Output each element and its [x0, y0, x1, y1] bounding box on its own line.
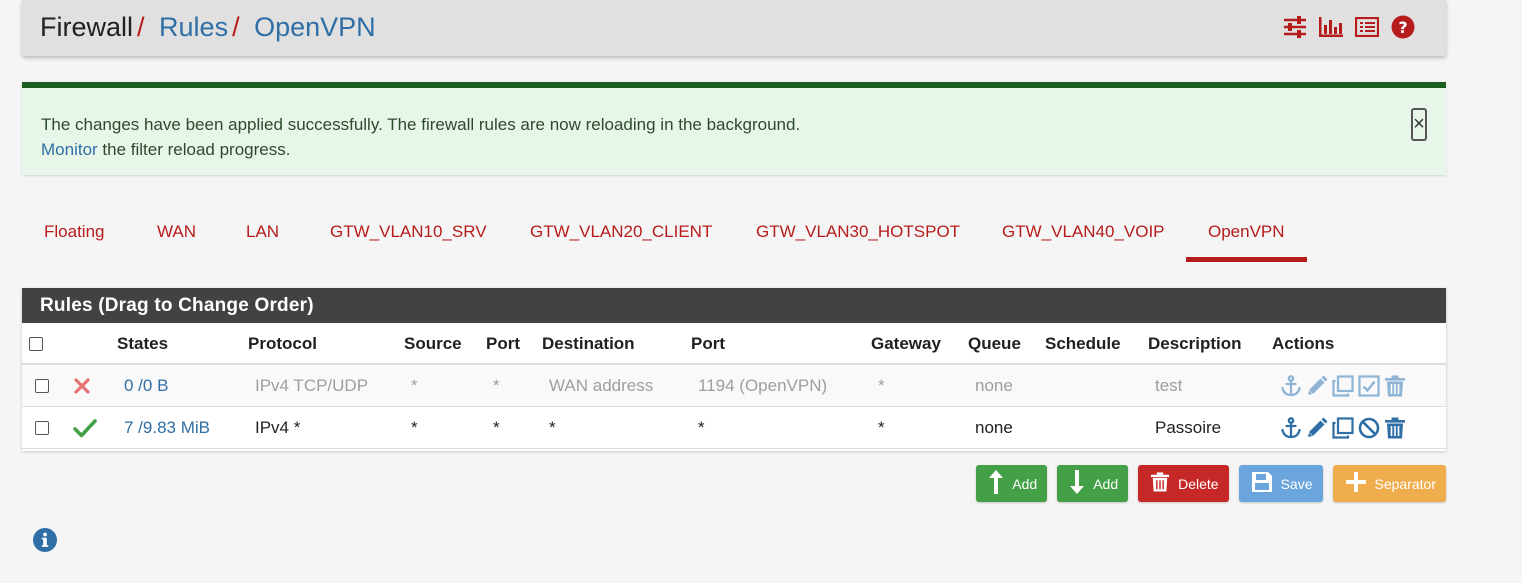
row-states[interactable]: 7 /9.83 MiB [124, 407, 210, 448]
row-description: test [1155, 375, 1183, 395]
ban-icon[interactable] [1357, 416, 1381, 440]
rules-panel: Rules (Drag to Change Order) States Prot… [22, 288, 1446, 451]
interface-tabs: Floating WAN LAN GTW_VLAN10_SRV GTW_VLAN… [22, 210, 1446, 264]
breadcrumb-firewall: Firewall [40, 12, 134, 42]
pencil-icon[interactable] [1305, 374, 1329, 398]
column-header[interactable]: Queue [968, 323, 1021, 363]
row-description: Passoire [1155, 417, 1222, 437]
alert-message: The changes have been applied successful… [41, 115, 801, 134]
row-source-port: * [493, 375, 500, 395]
pencil-icon[interactable] [1305, 416, 1329, 440]
row-actions [1279, 365, 1407, 406]
column-header: Actions [1272, 334, 1335, 353]
add-bottom-label: Add [1093, 475, 1119, 492]
rule-action-bar: Add Add Delete Save Separator [976, 465, 1446, 502]
breadcrumb-openvpn-link[interactable]: OpenVPN [254, 12, 376, 42]
delete-button[interactable]: Delete [1138, 465, 1229, 502]
times-icon[interactable] [73, 365, 91, 406]
row-dest-port: 1194 (OpenVPN) [698, 375, 828, 395]
save-label: Save [1280, 475, 1313, 492]
column-header[interactable]: Port [691, 323, 725, 363]
row-select-cell [35, 365, 49, 406]
add-rule-bottom-button[interactable]: Add [1057, 465, 1129, 502]
row-actions [1279, 407, 1407, 448]
row-destination: WAN address [549, 375, 654, 395]
tab-lan[interactable]: LAN [224, 210, 301, 262]
info-icon[interactable] [33, 528, 57, 552]
add-rule-top-button[interactable]: Add [976, 465, 1048, 502]
plus-icon [1345, 471, 1367, 496]
column-header[interactable]: Protocol [248, 323, 317, 363]
page-header: Firewall / Rules / OpenVPN ? [22, 0, 1446, 56]
bar-chart-icon[interactable] [1318, 14, 1344, 40]
row-select-cell [35, 407, 49, 448]
separator-button[interactable]: Separator [1332, 465, 1446, 502]
tab-wan[interactable]: WAN [135, 210, 218, 262]
monitor-link[interactable]: Monitor [41, 140, 98, 159]
list-alt-icon[interactable] [1354, 14, 1380, 40]
floppy-icon [1251, 471, 1273, 496]
tab-openvpn[interactable]: OpenVPN [1186, 210, 1307, 262]
row-gateway: * [878, 375, 885, 395]
tab-floating[interactable]: Floating [22, 210, 126, 262]
help-icon[interactable]: ? [1390, 14, 1416, 40]
row-source: * [411, 375, 418, 395]
row-queue: none [975, 417, 1013, 437]
check-square-icon[interactable] [1357, 374, 1381, 398]
breadcrumb-separator: / [232, 12, 240, 42]
trash-icon [1150, 471, 1170, 496]
column-header[interactable]: Port [486, 323, 520, 363]
row-checkbox[interactable] [35, 378, 49, 393]
tab-gtw-vlan40-voip[interactable]: GTW_VLAN40_VOIP [980, 210, 1187, 262]
table-row[interactable]: 7 /9.83 MiB IPv4 * * * * * * none Passoi… [22, 407, 1446, 449]
tab-gtw-vlan30-hotspot[interactable]: GTW_VLAN30_HOTSPOT [734, 210, 982, 262]
row-dest-port: * [698, 417, 705, 437]
column-header[interactable]: Source [404, 323, 462, 363]
alert-close-button[interactable]: × [1411, 108, 1427, 141]
check-icon[interactable] [73, 407, 97, 448]
row-states[interactable]: 0 /0 B [124, 365, 168, 406]
row-protocol: IPv4 * [255, 417, 301, 437]
row-source-port: * [493, 417, 500, 437]
clone-icon[interactable] [1331, 416, 1355, 440]
table-row[interactable]: 0 /0 B IPv4 TCP/UDP * * WAN address 1194… [22, 365, 1446, 407]
arrow-up-icon [988, 470, 1004, 497]
delete-label: Delete [1178, 475, 1219, 492]
anchor-icon[interactable] [1279, 374, 1303, 398]
select-all-checkbox[interactable] [29, 337, 43, 351]
row-queue: none [975, 375, 1013, 395]
row-source: * [411, 417, 418, 437]
separator-label: Separator [1374, 475, 1436, 492]
row-gateway: * [878, 417, 885, 437]
breadcrumb: Firewall / Rules / OpenVPN [40, 12, 376, 42]
table-header: States Protocol Source Port Destination … [22, 323, 1446, 365]
trash-icon[interactable] [1383, 416, 1407, 440]
column-header[interactable]: Destination [542, 323, 635, 363]
sliders-icon[interactable] [1282, 14, 1308, 40]
arrow-down-icon [1069, 470, 1085, 497]
column-header[interactable]: States [117, 323, 168, 363]
row-protocol: IPv4 TCP/UDP [255, 375, 369, 395]
panel-title: Rules (Drag to Change Order) [22, 288, 1446, 323]
column-header[interactable]: Description [1148, 323, 1242, 363]
clone-icon[interactable] [1331, 374, 1355, 398]
column-header[interactable]: Schedule [1045, 323, 1121, 363]
breadcrumb-rules-link[interactable]: Rules [159, 12, 228, 42]
trash-icon[interactable] [1383, 374, 1407, 398]
alert-monitor-line: Monitor the filter reload progress. [41, 140, 290, 160]
row-checkbox[interactable] [35, 420, 49, 435]
save-button[interactable]: Save [1238, 465, 1323, 502]
anchor-icon[interactable] [1279, 416, 1303, 440]
row-destination: * [549, 417, 556, 437]
alert-monitor-text: the filter reload progress. [97, 140, 291, 159]
add-top-label: Add [1012, 475, 1038, 492]
svg-text:?: ? [1398, 18, 1407, 37]
tab-gtw-vlan10-srv[interactable]: GTW_VLAN10_SRV [308, 210, 509, 262]
success-alert: The changes have been applied successful… [22, 82, 1446, 175]
column-header[interactable]: Gateway [871, 323, 941, 363]
tab-gtw-vlan20-client[interactable]: GTW_VLAN20_CLIENT [508, 210, 734, 262]
select-all-cell [29, 323, 43, 363]
breadcrumb-separator: / [137, 12, 145, 42]
